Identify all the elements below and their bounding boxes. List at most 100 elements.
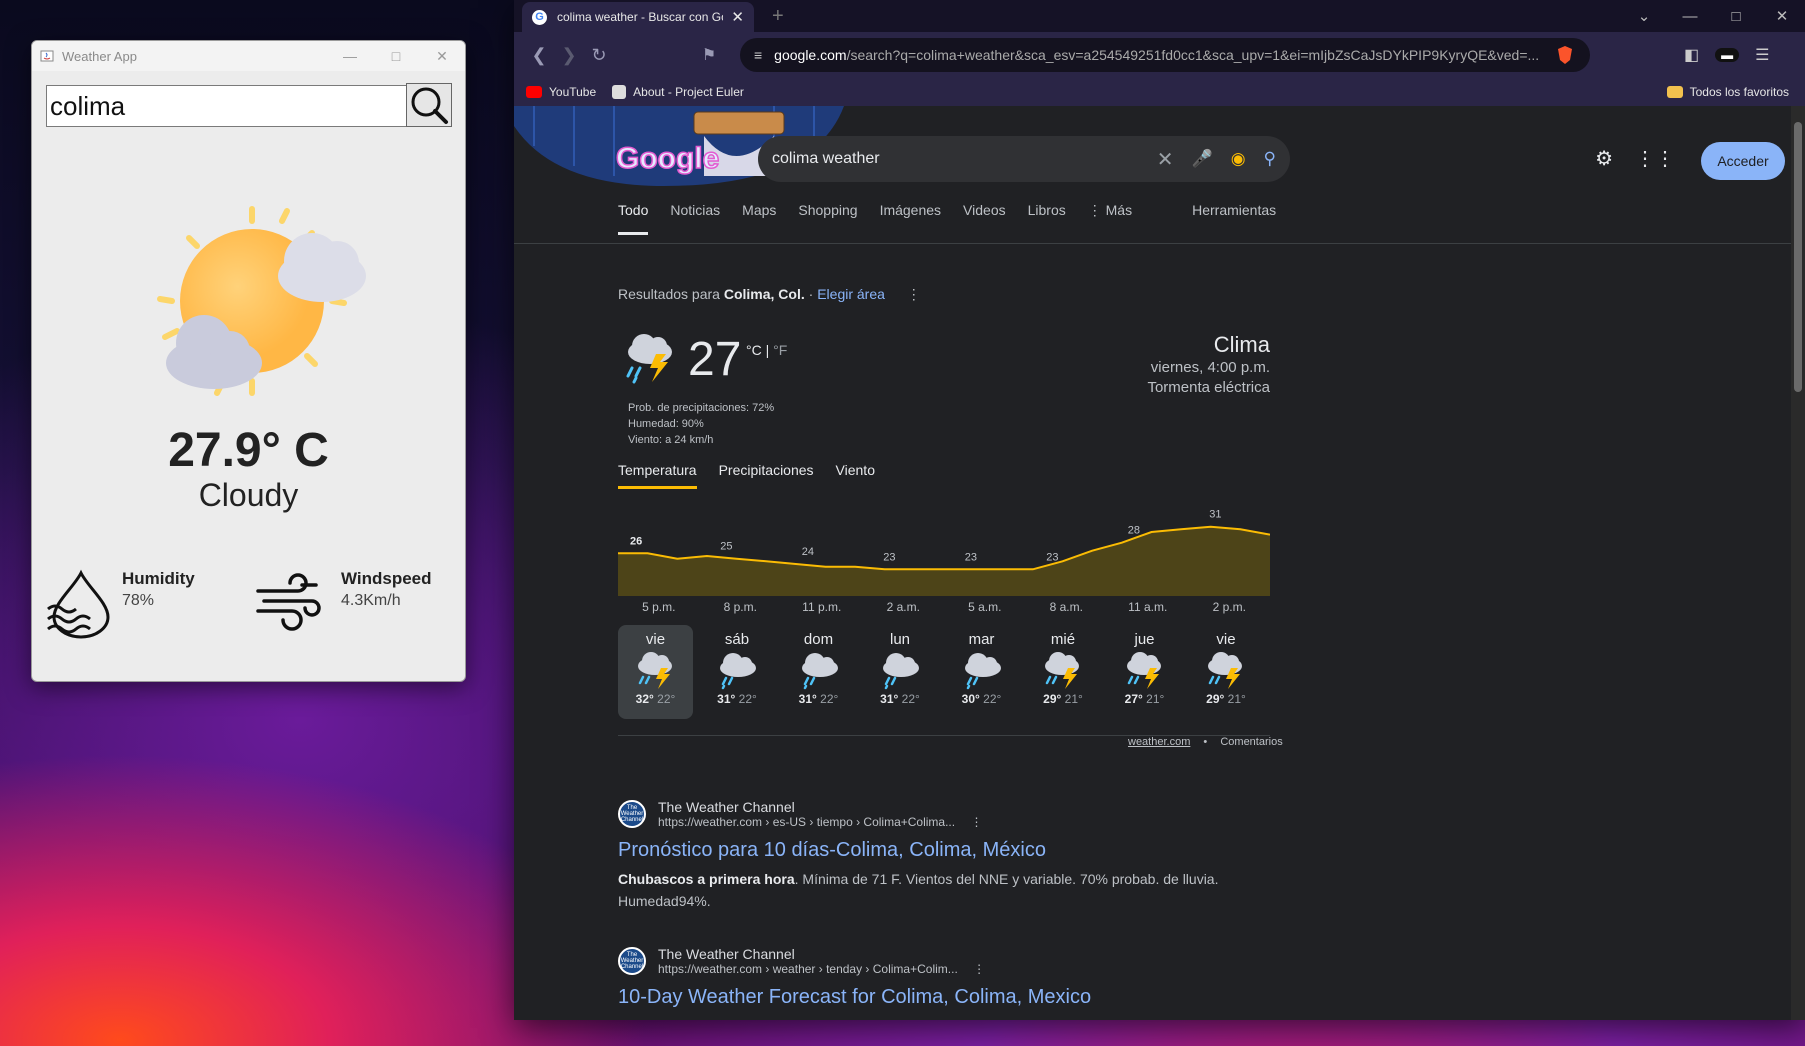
tab-viento[interactable]: Viento bbox=[836, 462, 875, 489]
tab-maps[interactable]: Maps bbox=[742, 202, 776, 235]
forward-icon[interactable]: ❯ bbox=[554, 45, 584, 66]
wind-value: 4.3Km/h bbox=[341, 592, 401, 609]
wallet-icon[interactable]: ▬ bbox=[1715, 48, 1740, 62]
forecast-low: 22° bbox=[820, 692, 839, 706]
wind-text: Viento: a 24 km/h bbox=[628, 434, 714, 446]
tab-mas[interactable]: ⋮ Más bbox=[1088, 202, 1132, 235]
brave-shield-icon[interactable] bbox=[1556, 45, 1574, 65]
forecast-day-name: vie bbox=[1216, 631, 1236, 648]
sidebar-icon[interactable]: ◧ bbox=[1684, 45, 1699, 65]
forecast-day-name: mié bbox=[1050, 631, 1076, 648]
more-options-icon[interactable]: ⋮ bbox=[907, 286, 921, 302]
search-icon[interactable]: ⚲ bbox=[1264, 149, 1276, 169]
new-tab-button[interactable]: + bbox=[772, 5, 784, 28]
tab-imagenes[interactable]: Imágenes bbox=[880, 202, 941, 235]
tab-search-icon[interactable]: ⌄ bbox=[1621, 7, 1667, 25]
window-title: Weather App bbox=[62, 48, 137, 64]
humidity-icon bbox=[47, 569, 110, 639]
youtube-icon bbox=[526, 86, 542, 98]
url-path: /search?q=colima+weather&sca_esv=a254549… bbox=[846, 47, 1540, 63]
temperature-area bbox=[618, 526, 1270, 596]
forecast-high: 32° bbox=[635, 692, 654, 706]
tab-libros[interactable]: Libros bbox=[1028, 202, 1066, 235]
svg-text:Google: Google bbox=[616, 142, 719, 175]
forecast-low: 21° bbox=[1146, 692, 1165, 706]
search-result: The Weather Channel The Weather Channel … bbox=[618, 799, 1238, 912]
clear-icon[interactable]: ✕ bbox=[1157, 147, 1174, 172]
tab-shopping[interactable]: Shopping bbox=[798, 202, 857, 235]
weather-condition: Tormenta eléctrica bbox=[1147, 379, 1270, 396]
browser-tab[interactable]: G colima weather - Buscar con Google ✕ bbox=[522, 2, 754, 32]
bookmark-youtube[interactable]: YouTube bbox=[526, 85, 596, 99]
weather-channel-logo-icon: The Weather Channel bbox=[618, 947, 646, 975]
reload-icon[interactable]: ↻ bbox=[584, 45, 614, 66]
minimize-button[interactable]: — bbox=[327, 48, 373, 65]
storm-icon bbox=[1026, 648, 1101, 692]
results-for-prefix: Resultados para bbox=[618, 286, 720, 302]
settings-gear-icon[interactable]: ⚙ bbox=[1595, 146, 1613, 171]
forecast-day[interactable]: mié 29° 21° bbox=[1026, 625, 1101, 719]
bookmark-icon[interactable]: ⚑ bbox=[694, 45, 724, 65]
search-query: colima weather bbox=[772, 150, 880, 167]
forecast-day[interactable]: vie 32° 22° bbox=[618, 625, 693, 719]
search-button[interactable] bbox=[406, 83, 452, 127]
scrollbar-thumb[interactable] bbox=[1794, 122, 1802, 392]
close-button[interactable]: ✕ bbox=[1759, 7, 1805, 25]
choose-area-link[interactable]: Elegir área bbox=[817, 286, 885, 302]
storm-icon bbox=[618, 648, 693, 692]
maximize-button[interactable]: □ bbox=[373, 48, 419, 65]
tab-temperatura[interactable]: Temperatura bbox=[618, 462, 697, 489]
chart-x-tick-label: 2 p.m. bbox=[1212, 600, 1246, 614]
tab-videos[interactable]: Videos bbox=[963, 202, 1006, 235]
feedback-link[interactable]: Comentarios bbox=[1220, 736, 1282, 748]
apps-grid-icon[interactable]: ⋮⋮ bbox=[1635, 146, 1675, 171]
address-bar[interactable]: ≡ google.com/search?q=colima+weather&sca… bbox=[740, 38, 1590, 72]
tab-todo[interactable]: Todo bbox=[618, 202, 649, 235]
result-title-link[interactable]: 10-Day Weather Forecast for Colima, Coli… bbox=[618, 986, 1238, 1009]
tab-precipitaciones[interactable]: Precipitaciones bbox=[719, 462, 814, 489]
page-scrollbar[interactable] bbox=[1791, 106, 1805, 1020]
bookmark-project-euler[interactable]: About - Project Euler bbox=[612, 85, 744, 99]
chart-x-tick-label: 5 p.m. bbox=[642, 600, 676, 614]
tab-close-icon[interactable]: ✕ bbox=[731, 8, 744, 26]
temperature-chart[interactable]: 26 25 24 23 23 23 28 31 bbox=[618, 496, 1270, 596]
wind-stat: Windspeed 4.3Km/h bbox=[341, 569, 432, 610]
forecast-day[interactable]: mar 30° 22° bbox=[944, 625, 1019, 719]
search-icon bbox=[411, 87, 448, 124]
forecast-day[interactable]: dom 31° 22° bbox=[781, 625, 856, 719]
maximize-button[interactable]: □ bbox=[1713, 8, 1759, 25]
tools-button[interactable]: Herramientas bbox=[1192, 202, 1276, 235]
source-link[interactable]: weather.com bbox=[1128, 736, 1190, 748]
minimize-button[interactable]: — bbox=[1667, 8, 1713, 25]
forecast-day[interactable]: sáb 31° 22° bbox=[700, 625, 775, 719]
city-search-input[interactable]: colima bbox=[46, 85, 426, 127]
mic-icon[interactable]: 🎤 bbox=[1192, 149, 1213, 169]
google-search-box[interactable]: colima weather ✕ 🎤 ◉ ⚲ bbox=[758, 136, 1290, 182]
all-bookmarks[interactable]: Todos los favoritos bbox=[1666, 85, 1789, 99]
menu-icon[interactable]: ☰ bbox=[1755, 45, 1769, 65]
close-button[interactable]: ✕ bbox=[419, 48, 465, 65]
humidity-stat: Humidity 78% bbox=[122, 569, 195, 610]
forecast-high: 31° bbox=[798, 692, 817, 706]
wind-label: Windspeed bbox=[341, 569, 432, 588]
tab-noticias[interactable]: Noticias bbox=[670, 202, 720, 235]
results-for-place: Colima, Col. bbox=[723, 286, 805, 302]
site-info-icon[interactable]: ≡ bbox=[754, 47, 762, 63]
result-menu-icon[interactable]: ⋮ bbox=[970, 815, 982, 829]
unit-f[interactable]: °F bbox=[773, 342, 787, 358]
result-menu-icon[interactable]: ⋮ bbox=[973, 962, 985, 976]
forecast-high: 29° bbox=[1206, 692, 1225, 706]
forecast-low: 21° bbox=[1227, 692, 1246, 706]
result-site-name: The Weather Channel bbox=[658, 946, 795, 962]
back-icon[interactable]: ❮ bbox=[524, 45, 554, 66]
result-title-link[interactable]: Pronóstico para 10 días-Colima, Colima, … bbox=[618, 839, 1238, 862]
forecast-day[interactable]: lun 31° 22° bbox=[863, 625, 938, 719]
forecast-day[interactable]: jue 27° 21° bbox=[1107, 625, 1182, 719]
sign-in-button[interactable]: Acceder bbox=[1701, 142, 1785, 180]
cloud-rain-icon bbox=[700, 648, 775, 692]
forecast-day[interactable]: vie 29° 21° bbox=[1189, 625, 1264, 719]
google-results-page: Google colima weather ✕ 🎤 ◉ ⚲ ⚙ ⋮⋮ Acced… bbox=[514, 106, 1805, 1020]
unit-c[interactable]: °C bbox=[746, 342, 762, 358]
lens-icon[interactable]: ◉ bbox=[1231, 149, 1246, 169]
unit-toggle[interactable]: °C | °F bbox=[746, 342, 787, 358]
